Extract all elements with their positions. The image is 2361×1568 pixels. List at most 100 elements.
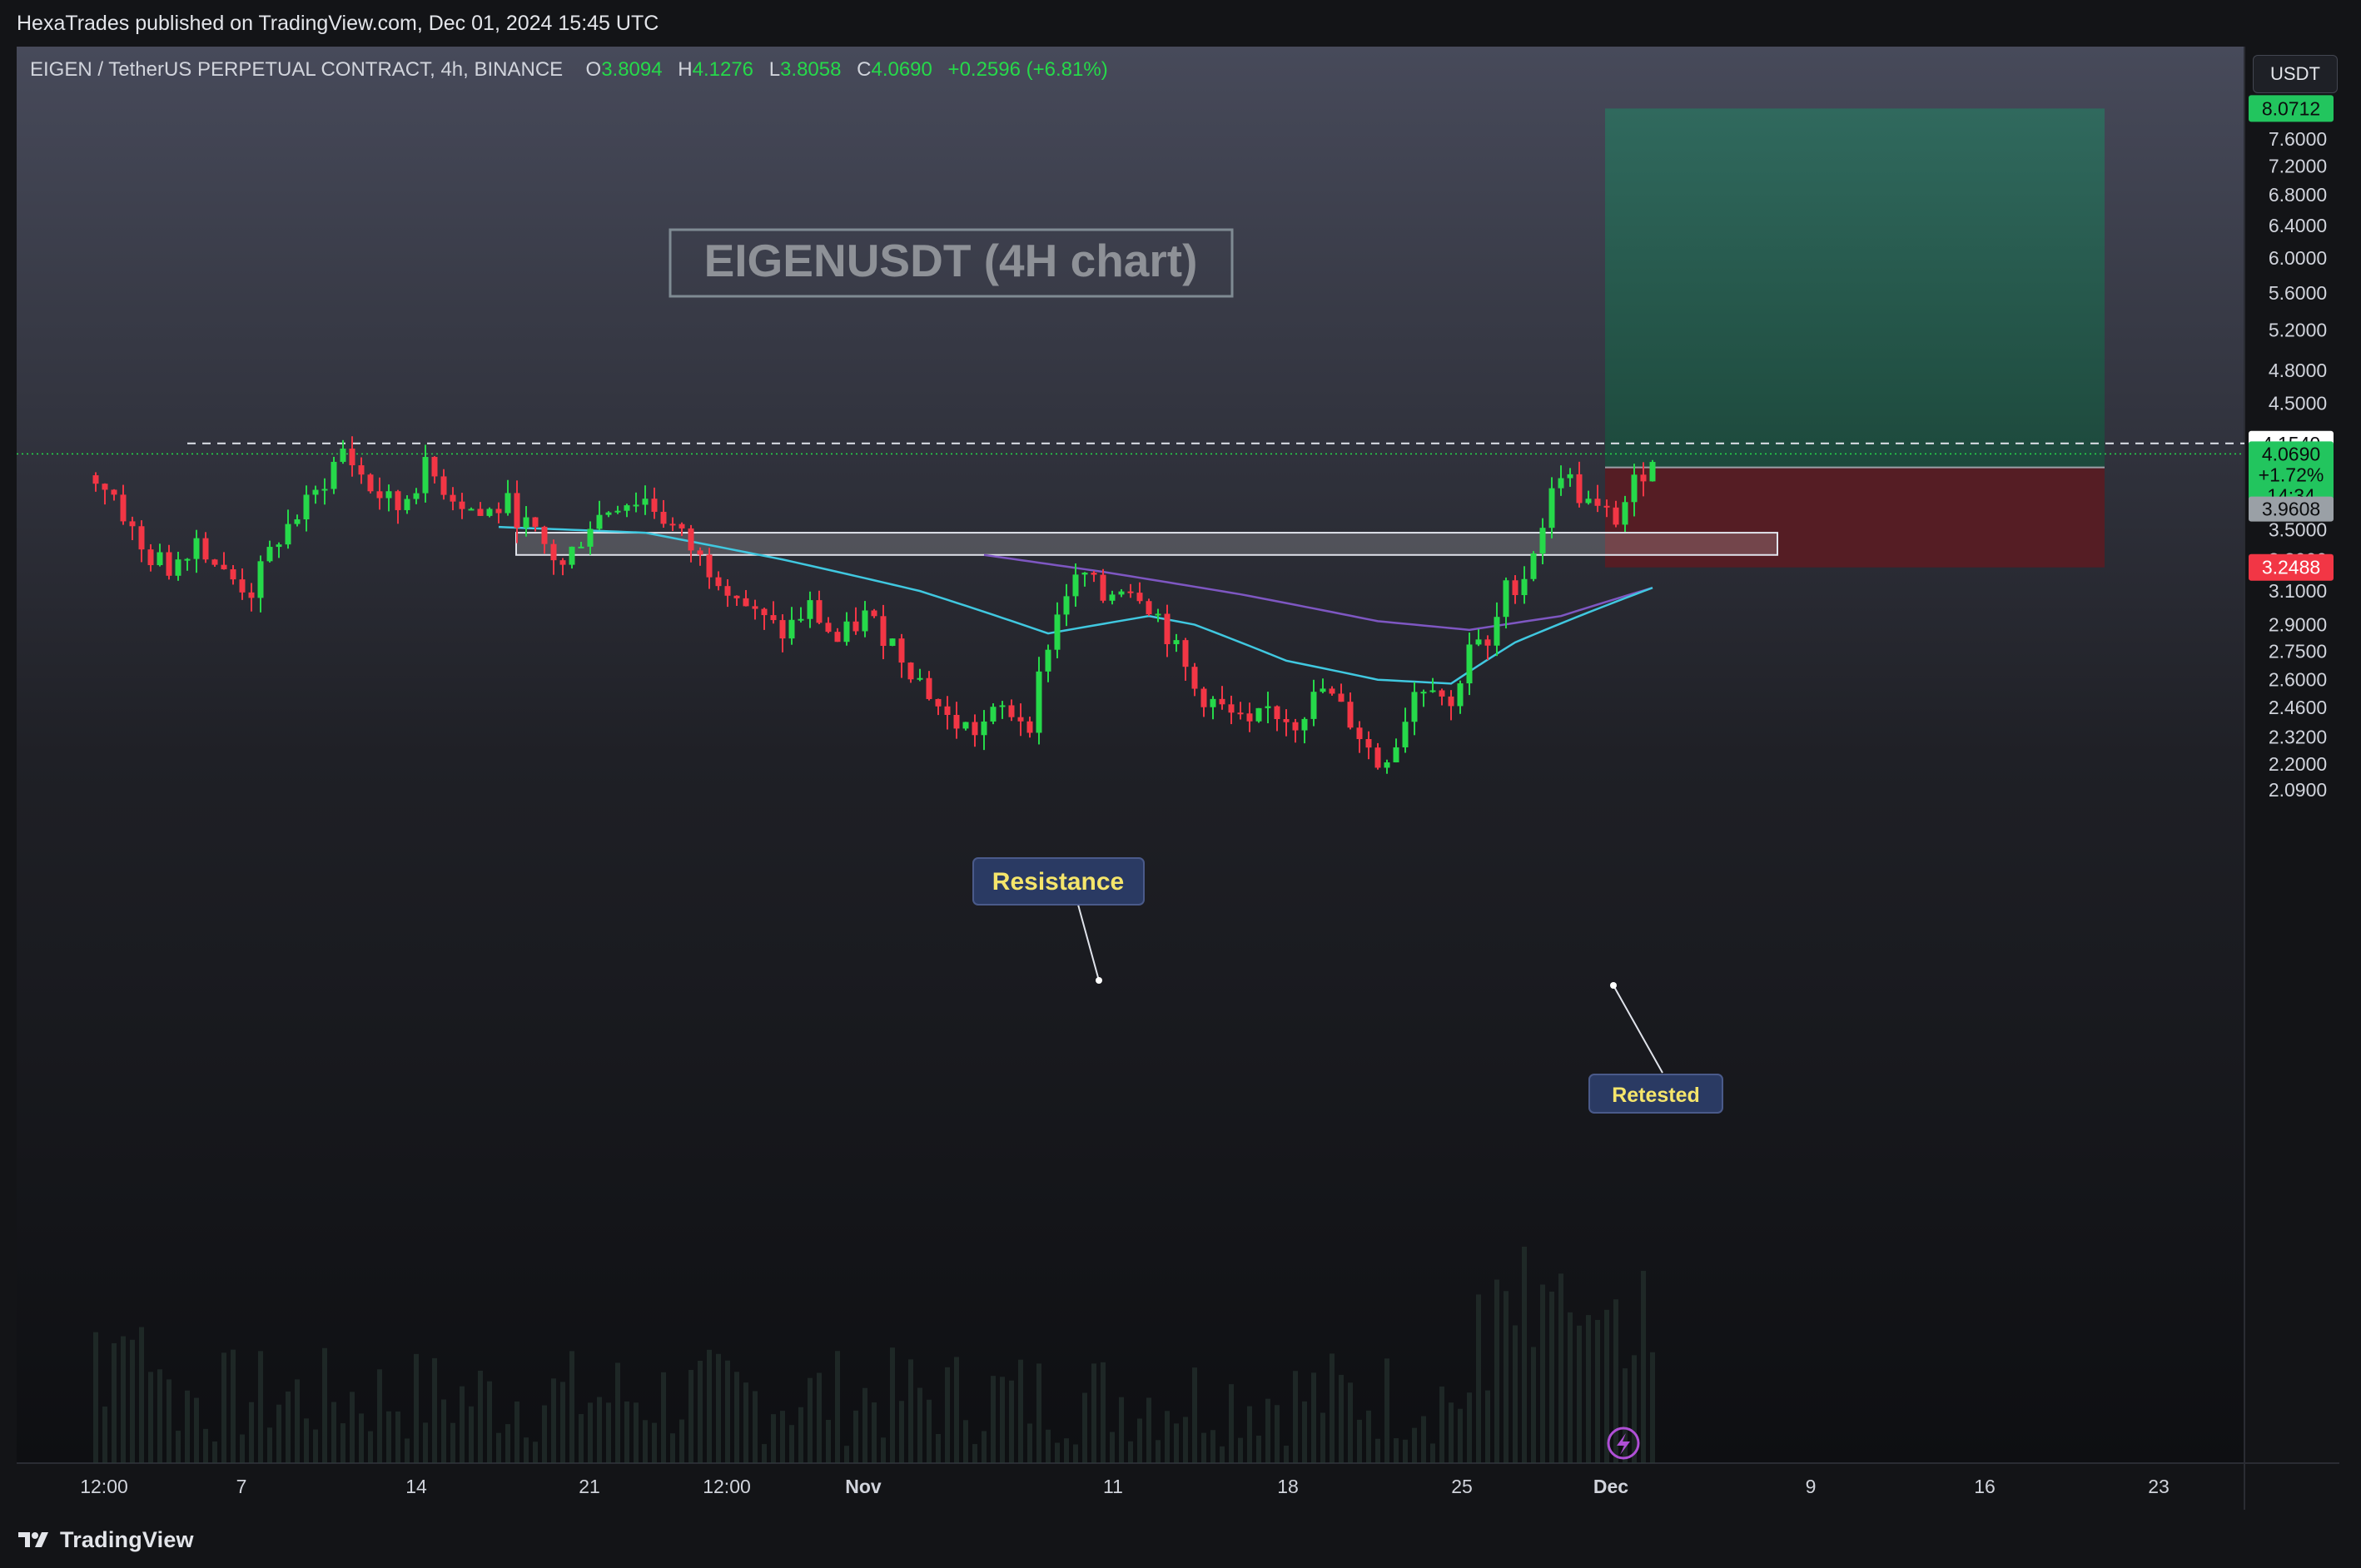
price-tick-label: 5.6000 xyxy=(2269,282,2327,304)
volume-bar xyxy=(1229,1384,1234,1463)
volume-bar xyxy=(102,1406,107,1463)
candle-body xyxy=(166,552,172,576)
volume-bar xyxy=(231,1349,236,1463)
volume-bar xyxy=(670,1433,675,1463)
candle-body xyxy=(321,489,328,491)
volume-bar xyxy=(972,1444,977,1463)
candle-body xyxy=(175,559,181,576)
volume-bar xyxy=(780,1411,785,1463)
candle-body xyxy=(1439,690,1445,697)
volume-bar xyxy=(194,1397,199,1463)
volume-bar xyxy=(798,1407,803,1463)
volume-bar xyxy=(542,1405,547,1463)
volume-bar xyxy=(1485,1390,1490,1463)
volume-bar xyxy=(634,1402,639,1463)
candle-body xyxy=(724,586,731,596)
candle-body xyxy=(788,619,795,639)
volume-bar xyxy=(1110,1432,1115,1463)
candle-body xyxy=(862,610,868,632)
volume-bar xyxy=(844,1446,849,1463)
volume-bar xyxy=(1403,1439,1408,1463)
volume-bar xyxy=(1558,1273,1563,1463)
candle-body xyxy=(761,608,768,616)
candle-body xyxy=(962,722,969,729)
volume-bar xyxy=(221,1352,226,1463)
candle-body xyxy=(266,547,273,562)
price-chart[interactable]: EIGENUSDT (4H chart) Resistance Retested 8… xyxy=(17,47,2339,1510)
volume-bar xyxy=(560,1382,565,1463)
candle-body xyxy=(193,538,200,559)
candle-body xyxy=(459,501,465,509)
volume-bar xyxy=(1531,1347,1536,1463)
candle-body xyxy=(733,595,740,598)
candle-body xyxy=(1164,613,1171,644)
volume-bar xyxy=(917,1387,922,1463)
chart-area[interactable]: EIGENUSDT (4H chart) Resistance Retested 8… xyxy=(17,47,2339,1510)
candle-body xyxy=(559,560,566,565)
candle-body xyxy=(1091,573,1097,575)
open-key: O xyxy=(585,58,602,81)
volume-bar xyxy=(295,1379,300,1463)
volume-bar xyxy=(908,1359,913,1463)
volume-bar xyxy=(698,1360,703,1463)
time-tick-label: 12:00 xyxy=(80,1476,128,1497)
volume-bar xyxy=(1613,1299,1618,1463)
volume-bar xyxy=(258,1351,263,1463)
volume-bar xyxy=(423,1422,428,1463)
volume-bar xyxy=(130,1339,135,1463)
volume-bar xyxy=(1156,1440,1161,1463)
volume-bar xyxy=(139,1327,144,1463)
candle-body xyxy=(779,620,786,639)
volume-bar xyxy=(899,1401,904,1463)
volume-bar xyxy=(359,1413,364,1463)
candle-body xyxy=(1384,762,1390,768)
volume-bar xyxy=(753,1391,758,1463)
symbol-name[interactable]: EIGEN / TetherUS PERPETUAL CONTRACT, 4h,… xyxy=(30,58,563,81)
volume-bar xyxy=(688,1370,693,1463)
volume-bar xyxy=(551,1378,556,1463)
resistance-label: Resistance xyxy=(992,868,1124,896)
candle-body xyxy=(1292,722,1299,731)
open-value: 3.8094 xyxy=(601,58,663,81)
volume-bar xyxy=(276,1404,281,1463)
candle-body xyxy=(376,491,383,499)
candle-body xyxy=(642,499,649,505)
volume-bar xyxy=(148,1372,153,1463)
candle-body xyxy=(477,509,484,516)
volume-bar xyxy=(267,1427,272,1463)
price-tick-label: 2.6000 xyxy=(2269,669,2327,691)
volume-bar xyxy=(771,1414,776,1463)
volume-bar xyxy=(405,1438,410,1463)
volume-bar xyxy=(716,1353,721,1463)
candle-body xyxy=(1265,706,1271,708)
candle-body xyxy=(1017,717,1024,722)
candle-body xyxy=(1072,574,1079,597)
candle-body xyxy=(926,677,932,699)
candle-body xyxy=(1649,462,1656,482)
candle-body xyxy=(129,521,136,527)
volume-bar xyxy=(1174,1423,1179,1463)
candle-body xyxy=(825,623,832,633)
volume-bar xyxy=(615,1362,620,1463)
candle-body xyxy=(1173,640,1180,644)
volume-bar xyxy=(1064,1438,1069,1463)
volume-bar xyxy=(1458,1408,1463,1463)
price-tick-label: 2.9000 xyxy=(2269,614,2327,636)
price-tick-label: 2.2000 xyxy=(2269,753,2327,775)
candle-body xyxy=(1210,698,1216,707)
volume-bar xyxy=(725,1360,730,1463)
candle-body xyxy=(312,489,319,495)
price-tick-label: 4.8000 xyxy=(2269,360,2327,381)
time-tick-label: Dec xyxy=(1593,1476,1628,1497)
candle-body xyxy=(1219,698,1225,705)
volume-bar xyxy=(597,1397,602,1463)
currency-unit-button[interactable]: USDT xyxy=(2253,55,2338,93)
time-tick-label: 11 xyxy=(1103,1476,1123,1497)
time-tick-label: 23 xyxy=(2148,1476,2170,1497)
candle-body xyxy=(578,546,584,548)
volume-bar xyxy=(835,1351,840,1463)
candle-body xyxy=(1320,688,1326,692)
candle-body xyxy=(120,494,127,522)
candle-body xyxy=(660,511,667,524)
tradingview-logo[interactable]: TradingView xyxy=(17,1526,194,1553)
